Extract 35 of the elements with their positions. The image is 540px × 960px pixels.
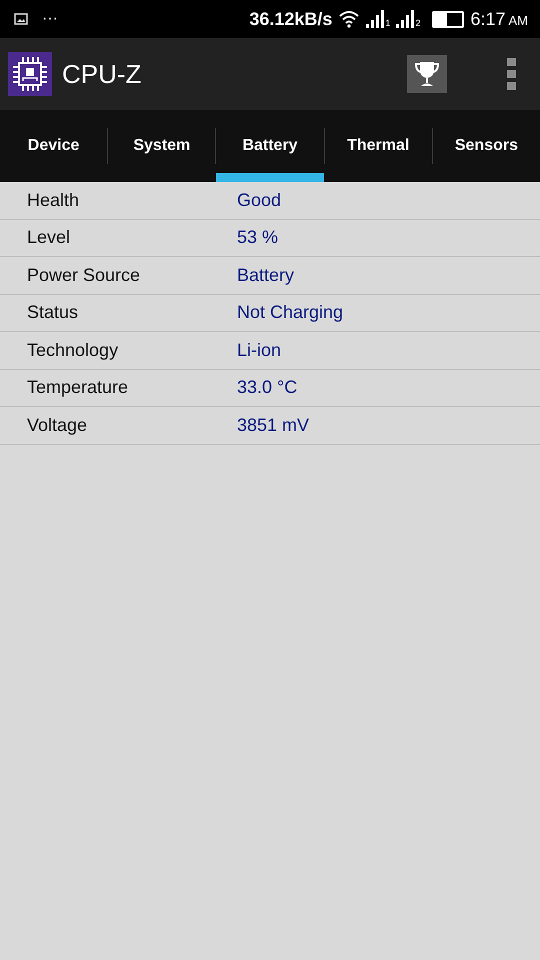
property-label: Technology [26, 340, 120, 361]
tab[interactable]: System [108, 110, 216, 182]
tab[interactable]: Sensors [432, 110, 540, 182]
property-value: 3851 mV [237, 414, 310, 436]
property-value: Li-ion [237, 340, 282, 361]
notification-dots: ··· [42, 10, 58, 28]
clock-period: AM [508, 13, 528, 28]
battery-icon [432, 10, 464, 28]
signal-icon [366, 10, 384, 28]
menu-icon[interactable] [507, 58, 516, 90]
sim-number: 1 [385, 18, 390, 28]
chip-icon [8, 52, 52, 96]
property-value: Not Charging [237, 302, 344, 324]
tab[interactable]: Thermal [324, 110, 432, 182]
clock-time: 6:17 [470, 8, 506, 30]
tab[interactable]: Battery [216, 110, 324, 182]
network-speed: 36.12kB/s [249, 8, 332, 30]
trophy-icon [414, 60, 440, 88]
signal-icon [396, 10, 414, 28]
sim-number: 2 [415, 18, 420, 28]
property-value: 33.0 °C [237, 377, 298, 398]
property-label: Voltage [26, 414, 88, 436]
property-label: Level [26, 227, 72, 248]
property-label: Power Source [26, 264, 142, 286]
app-title: CPU-Z [62, 58, 142, 90]
property-label: Temperature [26, 377, 130, 398]
wifi-icon [338, 10, 360, 28]
tab[interactable]: Device [0, 110, 108, 182]
property-value: Battery [237, 264, 294, 286]
image-icon [14, 13, 28, 25]
property-value: Good [237, 190, 282, 211]
trophy-button[interactable] [407, 55, 447, 93]
property-label: Health [26, 190, 80, 211]
property-value: 53 % [237, 227, 278, 248]
property-label: Status [26, 302, 80, 324]
